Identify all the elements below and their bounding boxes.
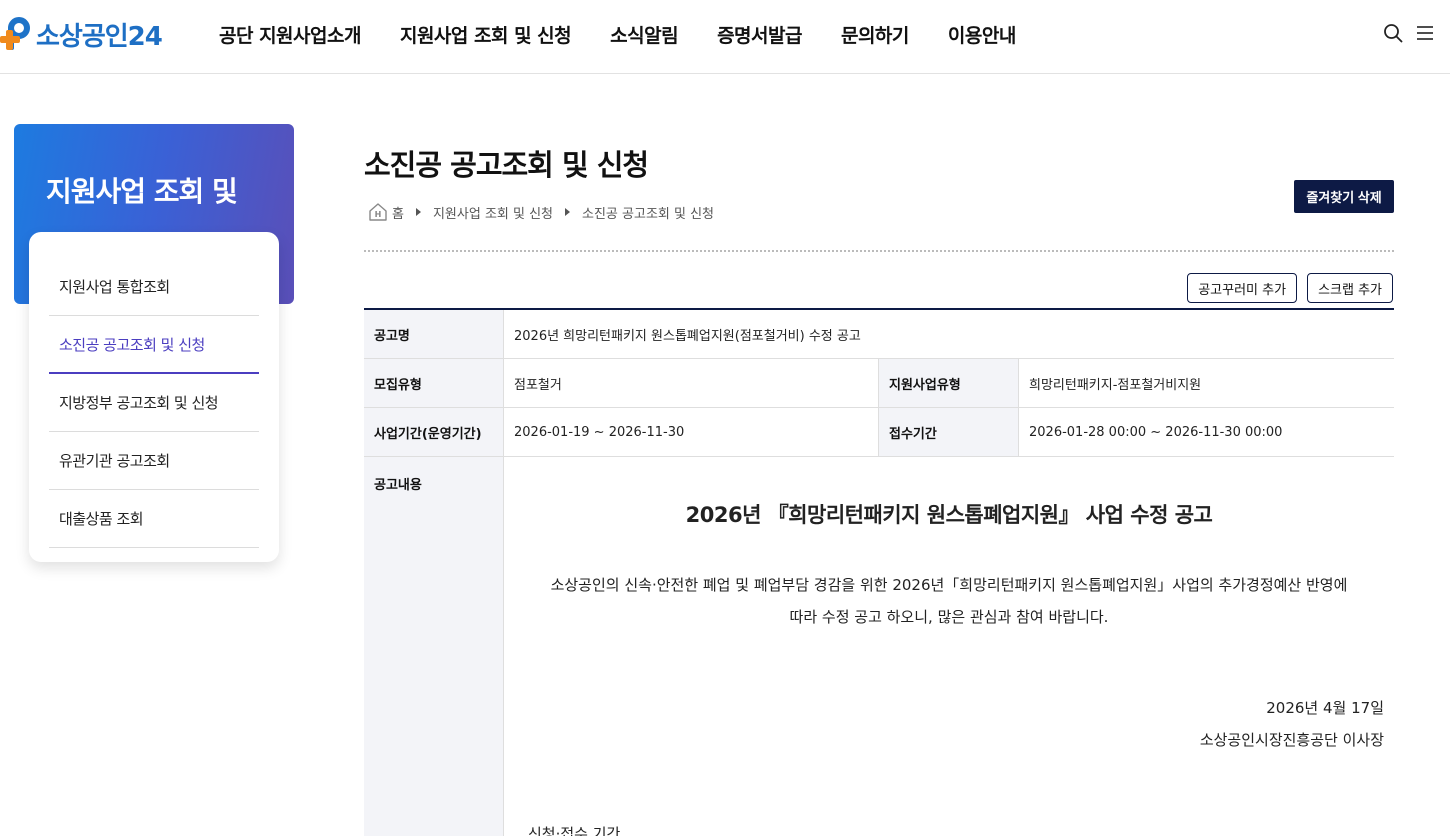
sidebar-item-integrated-search[interactable]: 지원사업 통합조회 <box>49 258 259 316</box>
nav-item-about[interactable]: 공단 지원사업소개 <box>219 21 361 48</box>
notice-section-heading: 신청·접수 기간 <box>528 825 621 836</box>
add-scrap-button[interactable]: 스크랩 추가 <box>1307 273 1393 303</box>
reception-period-value: 2026-01-28 00:00 ~ 2026-11-30 00:00 <box>1029 424 1283 440</box>
sidebar-banner-title: 지원사업 조회 및 <box>46 175 238 208</box>
notice-paragraph-line-2: 따라 수정 공고 하오니, 많은 관심과 참여 바랍니다. <box>789 608 1109 626</box>
notice-content-label: 공고내용 <box>364 457 504 836</box>
favorite-delete-button[interactable]: 즐겨찾기 삭제 <box>1294 180 1394 213</box>
breadcrumb: H 홈 지원사업 조회 및 신청 소진공 공고조회 및 신청 <box>368 202 714 222</box>
site-logo[interactable]: 소상공인24 <box>0 14 163 54</box>
nav-item-guide[interactable]: 이용안내 <box>948 21 1016 48</box>
add-to-bundle-button[interactable]: 공고꾸러미 추가 <box>1187 273 1298 303</box>
notice-content-paragraph: 소상공인의 신속·안전한 폐업 및 폐업부담 경감을 위한 2026년「희망리턴… <box>504 569 1394 633</box>
menu-icon[interactable] <box>1414 22 1436 44</box>
nav-item-support-search[interactable]: 지원사업 조회 및 신청 <box>400 21 572 48</box>
home-icon[interactable]: H <box>368 202 388 222</box>
page-title: 소진공 공고조회 및 신청 <box>364 148 649 182</box>
breadcrumb-support-search[interactable]: 지원사업 조회 및 신청 <box>433 203 553 222</box>
title-divider <box>364 250 1394 252</box>
site-header: 소상공인24 공단 지원사업소개 지원사업 조회 및 신청 소식알림 증명서발급… <box>0 0 1450 74</box>
sidebar-item-loan-products[interactable]: 대출상품 조회 <box>49 490 259 548</box>
global-nav: 공단 지원사업소개 지원사업 조회 및 신청 소식알림 증명서발급 문의하기 이… <box>219 0 1055 68</box>
svg-text:H: H <box>375 210 382 219</box>
support-type-label: 지원사업유형 <box>879 359 1019 407</box>
search-icon[interactable] <box>1382 22 1404 44</box>
notice-signer: 소상공인시장진흥공단 이사장 <box>1199 731 1384 749</box>
sidebar-item-local-gov-notices[interactable]: 지방정부 공고조회 및 신청 <box>49 374 259 432</box>
table-row: 공고명 2026년 희망리턴패키지 원스톱폐업지원(점포철거비) 수정 공고 <box>364 310 1394 359</box>
nav-item-news[interactable]: 소식알림 <box>610 21 678 48</box>
sidebar-item-related-agency-notices[interactable]: 유관기관 공고조회 <box>49 432 259 490</box>
notice-actions: 공고꾸러미 추가 스크랩 추가 <box>1177 273 1393 303</box>
table-row: 사업기간(운영기간) 2026-01-19 ~ 2026-11-30 접수기간 … <box>364 408 1394 457</box>
breadcrumb-separator-icon <box>415 208 421 216</box>
notice-detail-table: 공고명 2026년 희망리턴패키지 원스톱폐업지원(점포철거비) 수정 공고 모… <box>364 308 1394 836</box>
notice-paragraph-line-1: 소상공인의 신속·안전한 폐업 및 폐업부담 경감을 위한 2026년「희망리턴… <box>550 576 1348 594</box>
nav-item-certificates[interactable]: 증명서발급 <box>717 21 802 48</box>
breadcrumb-separator-icon <box>565 208 571 216</box>
sidebar-menu: 지원사업 통합조회 소진공 공고조회 및 신청 지방정부 공고조회 및 신청 유… <box>29 232 279 562</box>
breadcrumb-current: 소진공 공고조회 및 신청 <box>582 206 715 222</box>
sidebar-item-semas-notices[interactable]: 소진공 공고조회 및 신청 <box>49 316 259 374</box>
notice-content-body: 2026년 『희망리턴패키지 원스톱폐업지원』 사업 수정 공고 소상공인의 신… <box>504 457 1394 836</box>
business-period-label: 사업기간(운영기간) <box>364 408 504 456</box>
notice-date: 2026년 4월 17일 <box>1266 699 1384 717</box>
support-type-value: 희망리턴패키지-점포철거비지원 <box>1029 377 1202 393</box>
breadcrumb-home[interactable]: 홈 <box>392 203 404 222</box>
nav-item-inquiry[interactable]: 문의하기 <box>841 21 909 48</box>
notice-name-value: 2026년 희망리턴패키지 원스톱폐업지원(점포철거비) 수정 공고 <box>514 328 861 344</box>
table-row: 공고내용 2026년 『희망리턴패키지 원스톱폐업지원』 사업 수정 공고 소상… <box>364 457 1394 836</box>
table-row: 모집유형 점포철거 지원사업유형 희망리턴패키지-점포철거비지원 <box>364 359 1394 408</box>
notice-content-title: 2026년 『희망리턴패키지 원스톱폐업지원』 사업 수정 공고 <box>685 503 1213 527</box>
reception-period-label: 접수기간 <box>879 408 1019 456</box>
business-period-value: 2026-01-19 ~ 2026-11-30 <box>504 408 879 456</box>
logo-text: 소상공인24 <box>36 21 163 52</box>
logo-mark-icon <box>0 14 36 54</box>
recruit-type-label: 모집유형 <box>364 359 504 407</box>
notice-name-label: 공고명 <box>364 310 504 358</box>
header-tools <box>1372 22 1436 44</box>
recruit-type-value: 점포철거 <box>504 359 879 407</box>
